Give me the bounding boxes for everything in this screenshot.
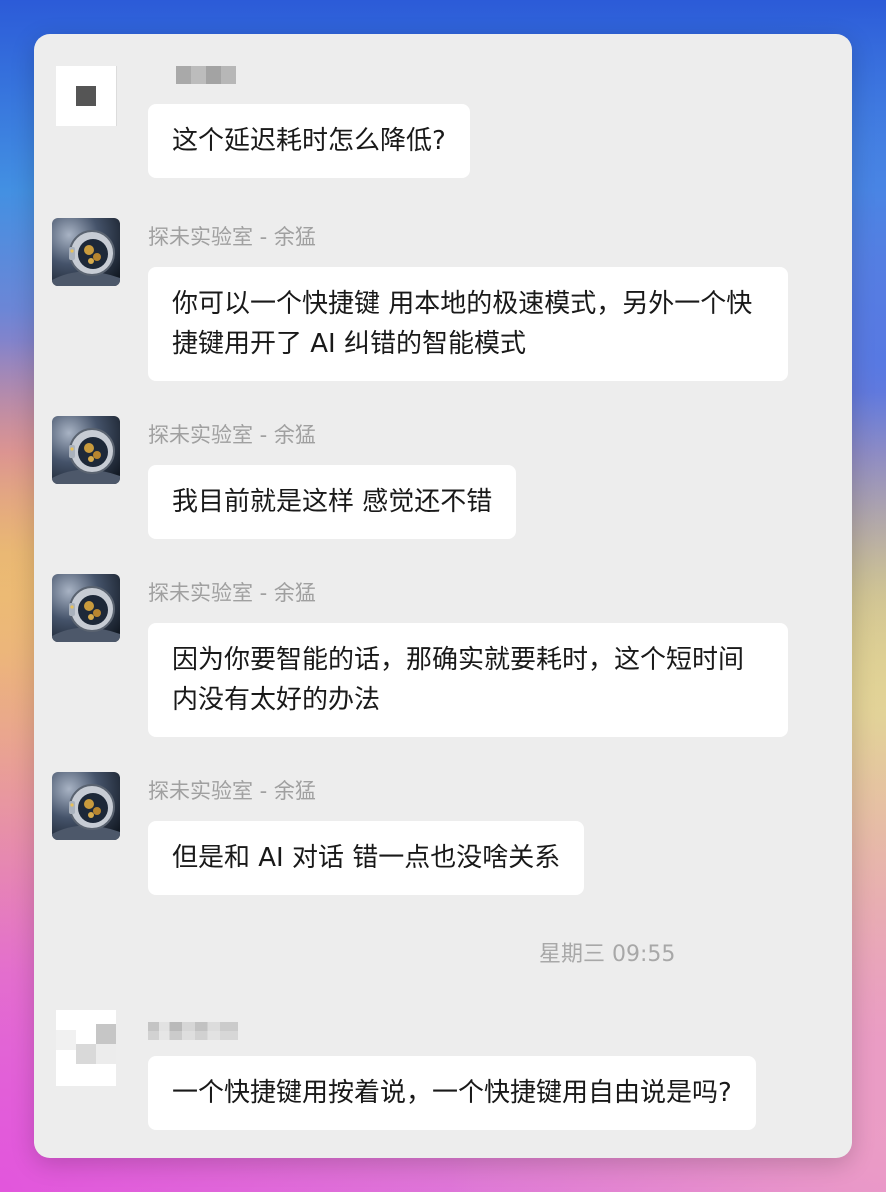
avatar-pixel-block xyxy=(96,1024,116,1044)
sender-name: 探未实验室 - 余猛 xyxy=(148,423,316,447)
astronaut-avatar[interactable] xyxy=(52,772,120,840)
sender-name: 探未实验室 - 余猛 xyxy=(148,225,316,249)
message-text: 这个延迟耗时怎么降低? xyxy=(172,126,446,156)
pixelated-avatar[interactable] xyxy=(56,1010,116,1086)
sender-name-blurred xyxy=(148,1022,238,1040)
message-text: 但是和 AI 对话 错一点也没啥关系 xyxy=(172,843,561,873)
message-body: 探未实验室 - 余猛 因为你要智能的话，那确实就要耗时，这个短时间内没有太好的办… xyxy=(148,574,852,737)
avatar-pixel-block xyxy=(76,1044,96,1064)
chat-timestamp: 星期三 09:55 xyxy=(539,942,676,967)
message-body: 探未实验室 - 余猛 你可以一个快捷键 用本地的极速模式，另外一个快捷键用开了 … xyxy=(148,218,852,381)
message-bubble[interactable]: 你可以一个快捷键 用本地的极速模式，另外一个快捷键用开了 AI 纠错的智能模式 xyxy=(148,267,788,381)
avatar-pixel-block xyxy=(96,1044,116,1064)
message-body: 探未实验室 - 余猛 我目前就是这样 感觉还不错 xyxy=(148,416,852,539)
message-body: 探未实验室 - 余猛 但是和 AI 对话 错一点也没啥关系 xyxy=(148,772,852,895)
sender-name-row xyxy=(148,1012,852,1056)
pixelated-avatar[interactable] xyxy=(56,66,117,126)
sender-name-row: 探未实验室 - 余猛 xyxy=(148,223,852,267)
message-bubble[interactable]: 一个快捷键用按着说，一个快捷键用自由说是吗? xyxy=(148,1056,756,1130)
message-body: 一个快捷键用按着说，一个快捷键用自由说是吗? xyxy=(148,1012,852,1130)
avatar-pixel-block xyxy=(76,86,96,106)
chat-panel: 这个延迟耗时怎么降低? 探未实验室 - 余猛 你可以一个快捷键 用本地的极速模式… xyxy=(34,34,852,1158)
message-text: 你可以一个快捷键 用本地的极速模式，另外一个快捷键用开了 AI 纠错的智能模式 xyxy=(172,289,753,359)
message-bubble[interactable]: 因为你要智能的话，那确实就要耗时，这个短时间内没有太好的办法 xyxy=(148,623,788,737)
sender-name-row: 探未实验室 - 余猛 xyxy=(148,579,852,623)
avatar-pixel-block xyxy=(56,1030,76,1050)
message-text: 因为你要智能的话，那确实就要耗时，这个短时间内没有太好的办法 xyxy=(172,645,745,715)
astronaut-avatar[interactable] xyxy=(52,416,120,484)
astronaut-avatar[interactable] xyxy=(52,218,120,286)
sender-name-blurred xyxy=(176,66,236,84)
message-text: 一个快捷键用按着说，一个快捷键用自由说是吗? xyxy=(172,1078,732,1108)
sender-name: 探未实验室 - 余猛 xyxy=(148,581,316,605)
sender-name: 探未实验室 - 余猛 xyxy=(148,779,316,803)
message-bubble[interactable]: 但是和 AI 对话 错一点也没啥关系 xyxy=(148,821,585,895)
message-bubble[interactable]: 我目前就是这样 感觉还不错 xyxy=(148,465,517,539)
sender-name-row xyxy=(148,66,852,104)
sender-name-row: 探未实验室 - 余猛 xyxy=(148,421,852,465)
message-text: 我目前就是这样 感觉还不错 xyxy=(172,487,493,517)
sender-name-row: 探未实验室 - 余猛 xyxy=(148,777,852,821)
message-bubble[interactable]: 这个延迟耗时怎么降低? xyxy=(148,104,470,178)
astronaut-avatar[interactable] xyxy=(52,574,120,642)
message-body: 这个延迟耗时怎么降低? xyxy=(148,66,852,178)
